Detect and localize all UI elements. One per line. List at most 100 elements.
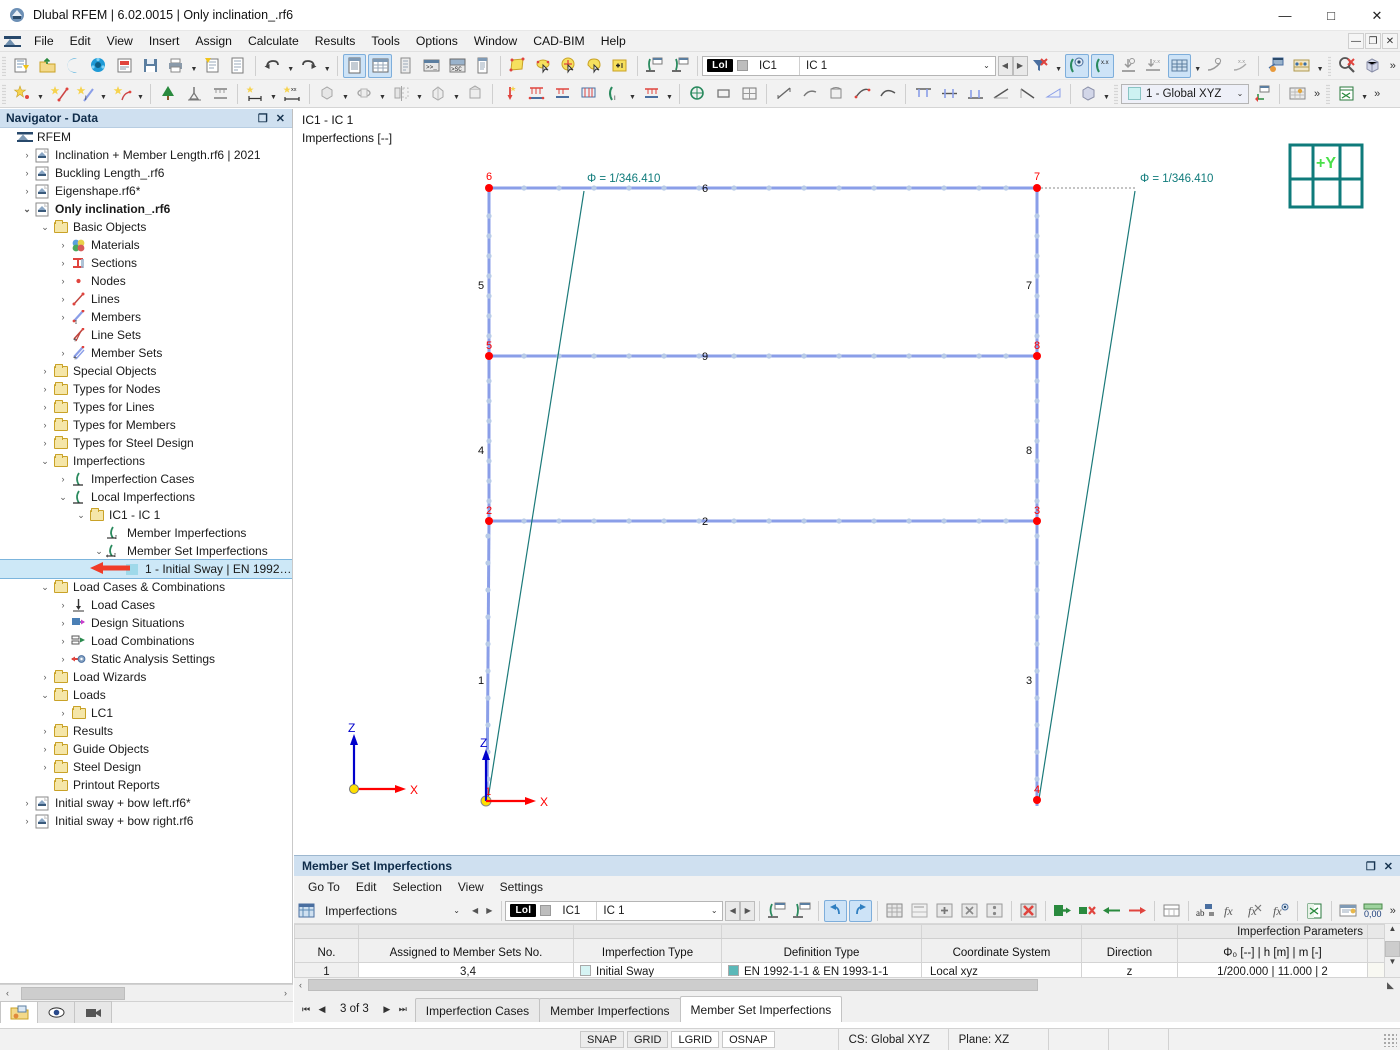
data-navigator-tab[interactable] [0, 1001, 38, 1023]
new-model-icon[interactable] [10, 54, 34, 78]
expand-chevron-icon[interactable]: › [56, 654, 70, 664]
col-header-no[interactable]: No. [294, 938, 359, 963]
pager-last-button[interactable]: ⏭ [395, 1004, 411, 1015]
collapse-chevron-icon[interactable]: ⌄ [74, 510, 88, 521]
expand-chevron-icon[interactable]: › [56, 600, 70, 610]
nav-scroll-left-arrow[interactable]: ‹ [0, 988, 15, 998]
coordinate-system-arrow[interactable]: ⌄ [1232, 89, 1248, 98]
imperfection-view-2-icon[interactable] [668, 54, 692, 78]
undo-dropdown-caret[interactable]: ▼ [285, 54, 296, 78]
expand-chevron-icon[interactable]: › [20, 816, 34, 826]
imperfection-load-icon[interactable]: I [602, 82, 626, 106]
new-surface-icon[interactable] [110, 82, 134, 106]
menu-item-file[interactable]: File [26, 32, 62, 50]
show-table-grid-icon[interactable] [368, 53, 392, 78]
tree-item-line-sets[interactable]: + Line Sets [0, 326, 292, 344]
print-preview-icon[interactable] [200, 54, 224, 78]
toolbar-grip[interactable] [2, 55, 6, 76]
expand-chevron-icon[interactable]: › [56, 276, 70, 286]
table-import-icon[interactable] [1051, 900, 1074, 922]
expand-chevron-icon[interactable]: › [56, 258, 70, 268]
table-move-right-icon[interactable] [1126, 900, 1149, 922]
zoom-reset-icon[interactable] [1335, 54, 1359, 78]
tab-imperfection-cases[interactable]: Imperfection Cases [414, 998, 541, 1022]
line-support-icon[interactable] [208, 82, 232, 106]
redo-icon[interactable] [297, 54, 321, 78]
doc-close-button[interactable]: ✕ [1382, 33, 1398, 49]
new-coordinate-system-icon[interactable] [1250, 82, 1274, 106]
table-menu-selection[interactable]: Selection [385, 878, 450, 896]
menu-item-help[interactable]: Help [593, 32, 634, 50]
table-formula-icon[interactable]: fx [1219, 900, 1242, 922]
show-tables-icon[interactable] [342, 53, 367, 78]
tree-item-member-set-imperfections[interactable]: ⌄ + I Member Set Imperfections [0, 542, 292, 560]
filter-dropdown-caret[interactable]: ▼ [1053, 54, 1064, 78]
menu-item-cad-bim[interactable]: CAD-BIM [525, 32, 592, 50]
tree-item-rfem[interactable]: RFEM [0, 128, 292, 146]
tree-item-types-for-steel-design[interactable]: › Types for Steel Design [0, 434, 292, 452]
imperfections-data-grid[interactable]: Imperfection Parameters No. Assigned to … [294, 924, 1400, 981]
tree-item-special-objects[interactable]: › Special Objects [0, 362, 292, 380]
nav-scroll-right-arrow[interactable]: › [278, 988, 293, 998]
window-resize-grip[interactable] [1383, 1032, 1397, 1047]
show-imperfections-icon[interactable] [1064, 53, 1089, 78]
work-plane-icon[interactable] [1285, 82, 1309, 106]
view-orientation-cube[interactable]: +Y [1288, 143, 1364, 209]
tree-item-buckling-length-rf6[interactable]: › Buckling Length_.rf6 [0, 164, 292, 182]
expand-chevron-icon[interactable]: › [56, 348, 70, 358]
col-header-direction[interactable]: Direction [1081, 938, 1178, 963]
printout-report-icon[interactable] [226, 54, 250, 78]
expand-chevron-icon[interactable]: › [56, 618, 70, 628]
close-button[interactable]: ✕ [1354, 0, 1400, 31]
table-close-button[interactable]: ✕ [1384, 860, 1393, 873]
col-header-coordinate-system[interactable]: Coordinate System [921, 938, 1082, 963]
select-objects-icon[interactable] [557, 54, 581, 78]
mirror-icon[interactable] [389, 82, 413, 106]
show-grid-icon[interactable] [1167, 53, 1192, 78]
menu-item-view[interactable]: View [99, 32, 141, 50]
view-3d-box-icon[interactable] [1361, 54, 1385, 78]
redo-dropdown-caret[interactable]: ▼ [322, 54, 333, 78]
table-toolbar-overflow-chevron[interactable]: » [1386, 905, 1400, 917]
fillet-icon[interactable] [824, 82, 848, 106]
table-object-selector-label[interactable]: Imperfections [319, 904, 453, 918]
show-deformation-values-icon[interactable]: x.x [1142, 54, 1166, 78]
imperfection-view-1-icon[interactable] [643, 54, 667, 78]
tree-item-load-cases[interactable]: › Load Cases [0, 596, 292, 614]
table-split-row-icon[interactable] [983, 900, 1006, 922]
select-by-area-icon[interactable] [506, 54, 530, 78]
grid-scroll-up-arrow[interactable]: ▲ [1385, 924, 1400, 941]
nodal-load-icon[interactable] [498, 82, 522, 106]
grid-horizontal-scrollbar[interactable]: ‹ ◣ [294, 977, 1400, 992]
table-delete-row-icon[interactable] [958, 900, 981, 922]
save-icon[interactable] [138, 54, 162, 78]
tree-item-nodes[interactable]: › Nodes [0, 272, 292, 290]
toolbar-grip[interactable] [1326, 83, 1331, 104]
slope-icon[interactable] [989, 82, 1013, 106]
collapse-chevron-icon[interactable]: ⌄ [20, 204, 34, 215]
col-header-parameters[interactable]: Φ₀ [--] | h [m] | m [-] [1177, 938, 1368, 963]
navigator-close-button[interactable]: ✕ [276, 112, 285, 125]
connect-members-icon[interactable] [850, 82, 874, 106]
new-member-icon[interactable]: I [73, 82, 97, 106]
expand-chevron-icon[interactable]: › [38, 762, 52, 772]
collapse-chevron-icon[interactable]: ⌄ [38, 690, 52, 701]
incline-icon[interactable] [1015, 82, 1039, 106]
toolbar-grip[interactable] [2, 83, 6, 104]
toolbar-grip[interactable] [1327, 55, 1332, 76]
table-case-prev-button[interactable]: ◀ [725, 900, 741, 921]
menu-item-window[interactable]: Window [466, 32, 525, 50]
tree-item-guide-objects[interactable]: › Guide Objects [0, 740, 292, 758]
pager-first-button[interactable]: ⏮ [298, 1004, 314, 1015]
clear-filter-icon[interactable] [1029, 54, 1053, 78]
free-load-icon[interactable] [639, 82, 663, 106]
surface-dropdown-caret[interactable]: ▼ [135, 82, 146, 106]
select-lasso-icon[interactable] [583, 54, 607, 78]
select-special-icon[interactable] [531, 54, 555, 78]
lgrid-toggle-button[interactable]: LGRID [671, 1031, 720, 1048]
col-header-assigned-to[interactable]: Assigned to Member Sets No. [358, 938, 574, 963]
expand-chevron-icon[interactable]: › [56, 294, 70, 304]
table-menu-edit[interactable]: Edit [348, 878, 385, 896]
tree-item-only-inclination-rf6[interactable]: ⌄ Only inclination_.rf6 [0, 200, 292, 218]
display-navigator-tab[interactable] [37, 1001, 75, 1023]
